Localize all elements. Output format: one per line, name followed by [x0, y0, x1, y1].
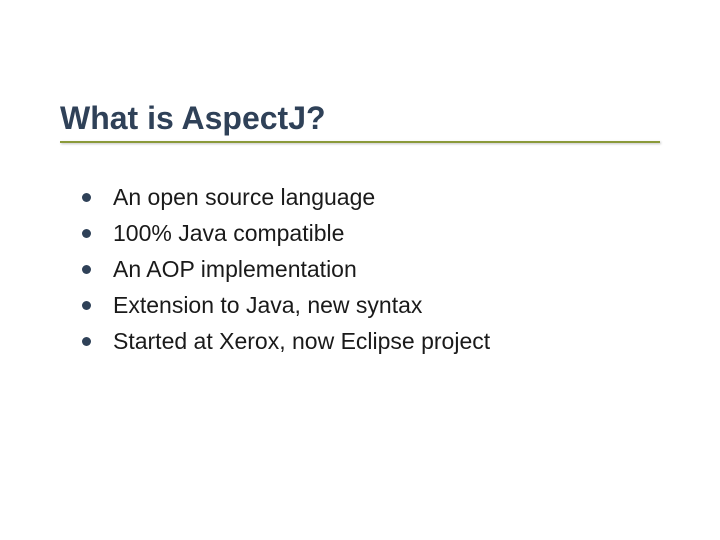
bullet-icon [82, 229, 91, 238]
bullet-text: Started at Xerox, now Eclipse project [113, 327, 490, 357]
list-item: An open source language [82, 183, 660, 213]
bullet-icon [82, 301, 91, 310]
bullet-text: 100% Java compatible [113, 219, 344, 249]
title-underline [60, 141, 660, 145]
bullet-icon [82, 265, 91, 274]
bullet-text: An AOP implementation [113, 255, 357, 285]
list-item: Started at Xerox, now Eclipse project [82, 327, 660, 357]
bullet-icon [82, 193, 91, 202]
title-block: What is AspectJ? [60, 100, 660, 145]
slide: What is AspectJ? An open source language… [0, 0, 720, 540]
slide-title: What is AspectJ? [60, 100, 660, 141]
list-item: Extension to Java, new syntax [82, 291, 660, 321]
list-item: 100% Java compatible [82, 219, 660, 249]
list-item: An AOP implementation [82, 255, 660, 285]
bullet-list: An open source language 100% Java compat… [60, 183, 660, 356]
bullet-text: Extension to Java, new syntax [113, 291, 422, 321]
underline-line [60, 141, 660, 143]
bullet-text: An open source language [113, 183, 375, 213]
bullet-icon [82, 337, 91, 346]
